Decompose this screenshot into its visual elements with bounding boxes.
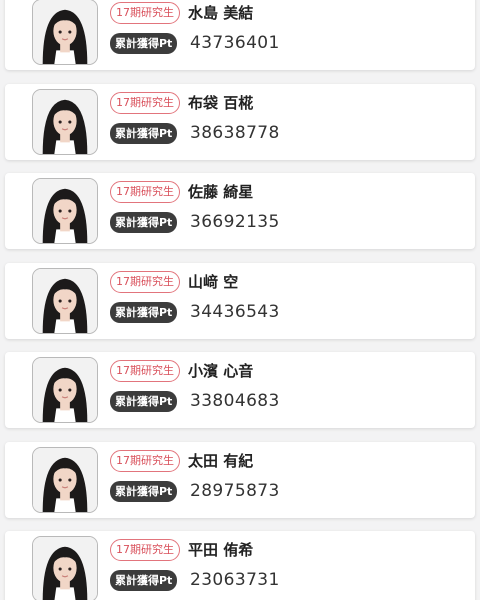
cumulative-points-label: 累計獲得Pt: [110, 570, 178, 591]
generation-badge: 17期研究生: [110, 539, 180, 561]
cumulative-points-value: 28975873: [190, 480, 280, 501]
cumulative-points-value: 43736401: [190, 33, 280, 53]
member-portrait-icon: [33, 537, 97, 600]
cumulative-points-value: 38638778: [190, 122, 280, 143]
cumulative-points-label: 累計獲得Pt: [110, 33, 178, 54]
member-name: 布袋 百椛: [188, 93, 254, 112]
cumulative-points-value: 36692135: [190, 212, 280, 232]
generation-badge: 17期研究生: [110, 449, 180, 472]
member-portrait-icon: [33, 179, 97, 243]
member-photo[interactable]: [32, 357, 98, 423]
member-name: 佐藤 綺星: [188, 183, 254, 201]
cumulative-points-label: 累計獲得Pt: [110, 480, 178, 502]
member-portrait-icon: [33, 358, 97, 422]
member-name: 太田 有紀: [188, 451, 254, 470]
cumulative-points-label: 累計獲得Pt: [110, 212, 178, 233]
member-portrait-icon: [33, 268, 97, 333]
member-name: 山﨑 空: [188, 272, 239, 291]
member-ranking-list: 17期研究生 水島 美結 累計獲得Pt 43736401 17期研究生 布袋 百椛 累計獲得…: [0, 0, 480, 600]
member-card[interactable]: 17期研究生 佐藤 綺星 累計獲得Pt 36692135: [5, 173, 475, 249]
cumulative-points-value: 34436543: [190, 301, 280, 322]
cumulative-points-label: 累計獲得Pt: [110, 301, 178, 323]
generation-badge: 17期研究生: [110, 270, 180, 293]
generation-badge: 17期研究生: [110, 91, 180, 114]
member-card[interactable]: 17期研究生 布袋 百椛 累計獲得Pt 38638778: [5, 83, 475, 160]
generation-badge: 17期研究生: [110, 2, 180, 24]
member-photo[interactable]: [32, 88, 98, 155]
member-name: 水島 美結: [188, 4, 254, 22]
member-card[interactable]: 17期研究生 平田 侑希 累計獲得Pt 23063731: [5, 531, 475, 600]
member-name: 平田 侑希: [188, 541, 254, 559]
member-photo[interactable]: [32, 536, 98, 600]
member-card[interactable]: 17期研究生 小濱 心音 累計獲得Pt 33804683: [5, 352, 475, 428]
cumulative-points-value: 23063731: [190, 570, 280, 590]
member-name: 小濱 心音: [188, 362, 254, 380]
member-card[interactable]: 17期研究生 山﨑 空累計獲得Pt 34436543: [5, 262, 475, 339]
cumulative-points-label: 累計獲得Pt: [110, 122, 178, 144]
member-portrait-icon: [33, 89, 97, 154]
member-card[interactable]: 17期研究生 水島 美結 累計獲得Pt 43736401: [5, 0, 475, 70]
member-portrait-icon: [33, 447, 97, 512]
member-photo[interactable]: [32, 267, 98, 334]
member-photo[interactable]: [32, 178, 98, 244]
member-photo[interactable]: [32, 446, 98, 513]
generation-badge: 17期研究生: [110, 181, 180, 203]
generation-badge: 17期研究生: [110, 360, 180, 382]
member-portrait-icon: [33, 0, 97, 64]
member-card[interactable]: 17期研究生 太田 有紀 累計獲得Pt 28975873: [5, 441, 475, 518]
cumulative-points-label: 累計獲得Pt: [110, 391, 178, 412]
cumulative-points-value: 33804683: [190, 391, 280, 411]
member-photo[interactable]: [32, 0, 98, 65]
